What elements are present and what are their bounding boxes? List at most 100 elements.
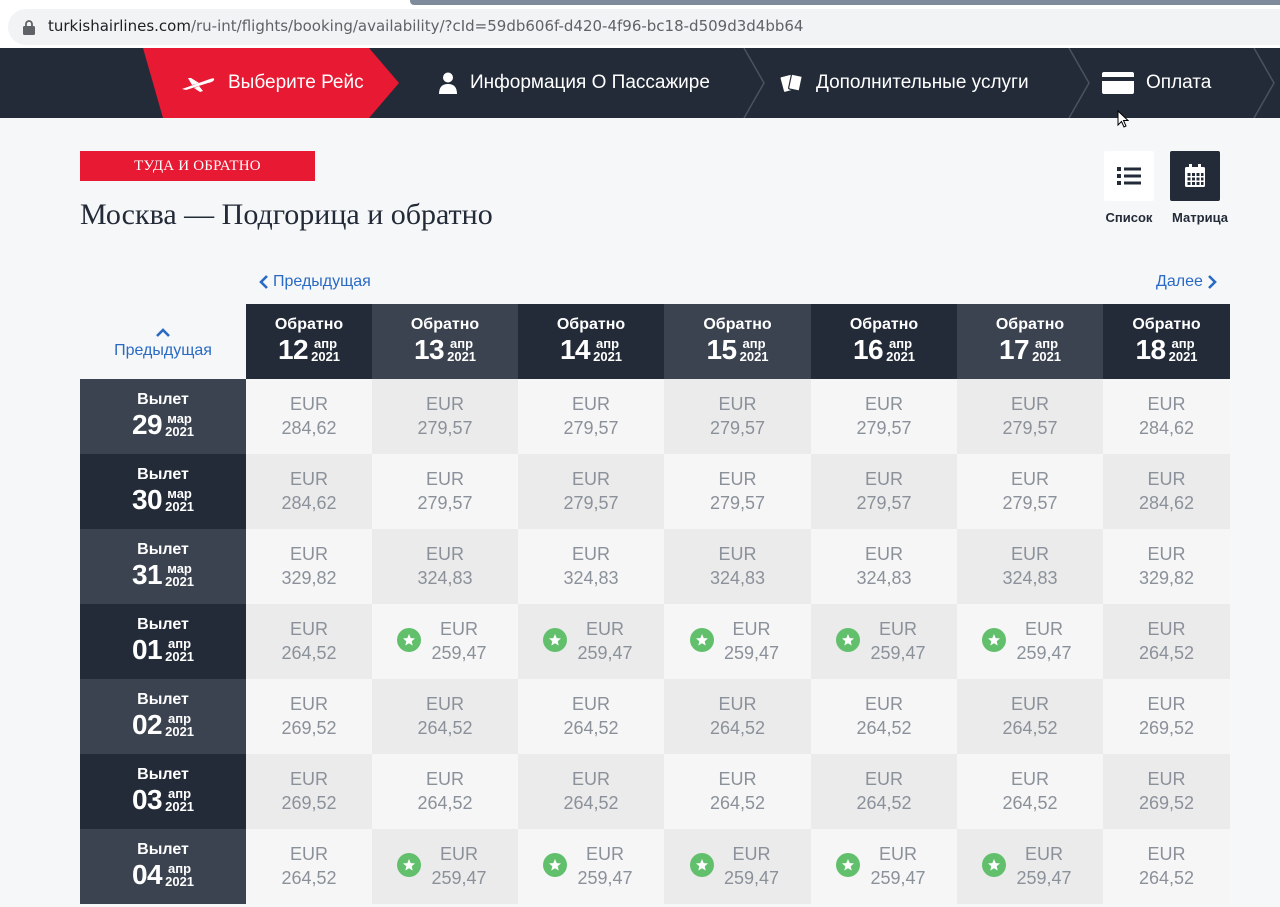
best-price-star-icon — [982, 628, 1006, 652]
step-extra-services[interactable]: Дополнительные услуги — [780, 48, 1029, 118]
fare-cell[interactable]: EUR 329,82 — [1103, 529, 1230, 604]
fare-cell[interactable]: EUR 269,52 — [1103, 754, 1230, 829]
fare-cell[interactable]: EUR 324,83 — [811, 529, 957, 604]
fare-cell[interactable]: EUR 264,52 — [957, 679, 1103, 754]
date-month-year: апр 2021 — [165, 862, 194, 888]
fare-cell[interactable]: EUR 264,52 — [1103, 604, 1230, 679]
fare-value: EUR 279,57 — [563, 454, 618, 516]
prev-rows-link[interactable]: Предыдущая — [80, 328, 246, 360]
step-passenger-info[interactable]: Информация О Пассажире — [438, 48, 710, 118]
fare-cell[interactable]: EUR 279,57 — [518, 454, 664, 529]
fare-currency: EUR — [718, 694, 757, 714]
fare-cell[interactable]: EUR 264,52 — [664, 679, 811, 754]
fare-currency: EUR — [425, 769, 464, 789]
fare-cell[interactable]: EUR 259,47 — [957, 604, 1103, 679]
fare-value: EUR 279,57 — [710, 454, 765, 516]
fare-cell[interactable]: EUR 279,57 — [664, 454, 811, 529]
fare-currency: EUR — [864, 469, 903, 489]
fare-cell[interactable]: EUR 264,52 — [811, 754, 957, 829]
fare-cell[interactable]: EUR 264,52 — [518, 679, 664, 754]
date-year: 2021 — [1168, 349, 1198, 364]
fare-currency: EUR — [1024, 619, 1063, 639]
step-select-flight[interactable]: Выберите Рейс — [180, 48, 364, 118]
depart-label: Вылет — [137, 616, 189, 633]
fare-cell[interactable]: EUR 264,52 — [1103, 829, 1230, 904]
fare-cell[interactable]: EUR 269,52 — [246, 754, 372, 829]
date-day: 12 — [277, 334, 309, 365]
fare-cell[interactable]: EUR 284,62 — [1103, 379, 1230, 454]
fare-cell[interactable]: EUR 259,47 — [372, 829, 518, 904]
fare-cell[interactable]: EUR 264,52 — [372, 754, 518, 829]
fare-cell[interactable]: EUR 264,52 — [246, 829, 372, 904]
fare-cell[interactable]: EUR 264,52 — [246, 604, 372, 679]
fare-cell[interactable]: EUR 259,47 — [811, 604, 957, 679]
fare-cell[interactable]: EUR 324,83 — [957, 529, 1103, 604]
fare-cell[interactable]: EUR 259,47 — [518, 604, 664, 679]
fare-cell[interactable]: EUR 279,57 — [372, 379, 518, 454]
fare-cell[interactable]: EUR 324,83 — [518, 529, 664, 604]
fare-currency: EUR — [864, 769, 903, 789]
fare-value: EUR 279,57 — [856, 454, 911, 516]
depart-date-header[interactable]: Вылет 29 мар 2021 — [80, 379, 246, 454]
fare-cell[interactable]: EUR 259,47 — [518, 829, 664, 904]
fare-cell[interactable]: EUR 284,62 — [246, 379, 372, 454]
depart-date-header[interactable]: Вылет 03 апр 2021 — [80, 754, 246, 829]
fare-cell[interactable]: EUR 269,52 — [246, 679, 372, 754]
return-date-header[interactable]: Обратно 13 апр 2021 — [372, 304, 518, 379]
fare-cell[interactable]: EUR 279,57 — [518, 379, 664, 454]
fare-currency: EUR — [425, 469, 464, 489]
fare-cell[interactable]: EUR 264,52 — [372, 679, 518, 754]
return-date-header[interactable]: Обратно 12 апр 2021 — [246, 304, 372, 379]
fare-cell[interactable]: EUR 269,52 — [1103, 679, 1230, 754]
depart-date-header[interactable]: Вылет 02 апр 2021 — [80, 679, 246, 754]
url-host: turkishairlines.com — [48, 17, 191, 35]
fare-cell[interactable]: EUR 284,62 — [246, 454, 372, 529]
list-view-button[interactable] — [1104, 151, 1154, 201]
depart-date-header[interactable]: Вылет 30 мар 2021 — [80, 454, 246, 529]
fare-value: EUR 324,83 — [417, 529, 472, 591]
mouse-cursor-icon — [1117, 110, 1129, 128]
fare-cell[interactable]: EUR 279,57 — [957, 454, 1103, 529]
return-label: Обратно — [849, 316, 919, 333]
date-year: 2021 — [165, 649, 195, 664]
fare-cell[interactable]: EUR 259,47 — [664, 829, 811, 904]
depart-date-header[interactable]: Вылет 04 апр 2021 — [80, 829, 246, 904]
fare-cell[interactable]: EUR 329,82 — [246, 529, 372, 604]
fare-cell[interactable]: EUR 259,47 — [957, 829, 1103, 904]
prev-columns-link[interactable]: Предыдущая — [255, 273, 371, 291]
fare-cell[interactable]: EUR 279,57 — [811, 454, 957, 529]
fare-currency: EUR — [425, 544, 464, 564]
return-date-header[interactable]: Обратно 15 апр 2021 — [664, 304, 811, 379]
url-text[interactable]: turkishairlines.com/ru-int/flights/booki… — [48, 17, 803, 35]
fare-cell[interactable]: EUR 264,52 — [518, 754, 664, 829]
return-label: Обратно — [995, 316, 1065, 333]
fare-cell[interactable]: EUR 279,57 — [811, 379, 957, 454]
date-month-year: апр 2021 — [165, 712, 194, 738]
fare-cell[interactable]: EUR 259,47 — [372, 604, 518, 679]
fare-cell[interactable]: EUR 279,57 — [664, 379, 811, 454]
step-payment[interactable]: Оплата — [1102, 48, 1211, 118]
return-date-header[interactable]: Обратно 18 апр 2021 — [1103, 304, 1230, 379]
step-label: Оплата — [1146, 72, 1212, 93]
return-date-header[interactable]: Обратно 14 апр 2021 — [518, 304, 664, 379]
next-columns-link[interactable]: Далее — [1156, 273, 1221, 291]
fare-cell[interactable]: EUR 264,52 — [811, 679, 957, 754]
return-date-header[interactable]: Обратно 16 апр 2021 — [811, 304, 957, 379]
depart-date-header[interactable]: Вылет 01 апр 2021 — [80, 604, 246, 679]
return-date-header[interactable]: Обратно 17 апр 2021 — [957, 304, 1103, 379]
fare-currency: EUR — [878, 619, 917, 639]
fare-cell[interactable]: EUR 259,47 — [664, 604, 811, 679]
fare-value: EUR 259,47 — [431, 604, 486, 666]
fare-cell[interactable]: EUR 324,83 — [372, 529, 518, 604]
best-price-star-icon — [543, 853, 567, 877]
fare-cell[interactable]: EUR 279,57 — [957, 379, 1103, 454]
depart-date-header[interactable]: Вылет 31 мар 2021 — [80, 529, 246, 604]
matrix-view-button[interactable] — [1170, 151, 1220, 201]
fare-cell[interactable]: EUR 264,52 — [664, 754, 811, 829]
fare-cell[interactable]: EUR 279,57 — [372, 454, 518, 529]
fare-cell[interactable]: EUR 284,62 — [1103, 454, 1230, 529]
fare-value: EUR 264,52 — [417, 679, 472, 741]
fare-cell[interactable]: EUR 259,47 — [811, 829, 957, 904]
fare-cell[interactable]: EUR 264,52 — [957, 754, 1103, 829]
fare-cell[interactable]: EUR 324,83 — [664, 529, 811, 604]
